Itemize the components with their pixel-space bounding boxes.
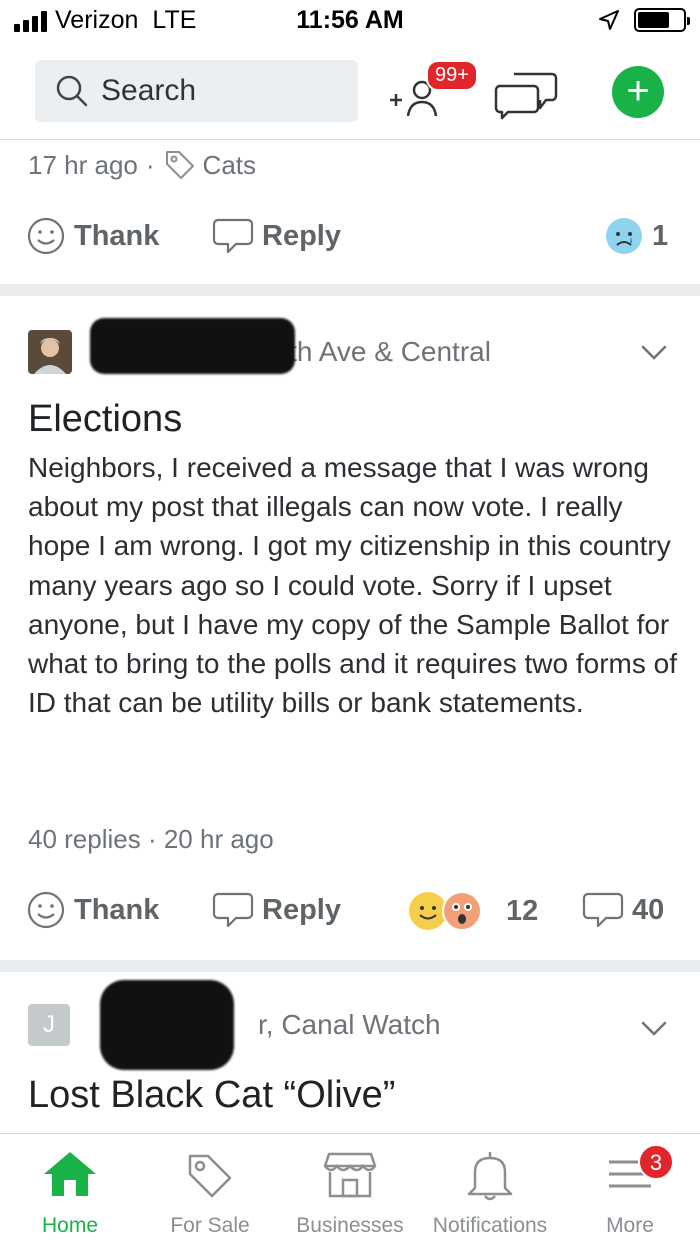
sad-face-icon	[606, 218, 642, 254]
smiley-icon	[27, 891, 65, 929]
post-body: Neighbors, I received a message that I w…	[28, 452, 677, 719]
location-arrow-icon	[599, 10, 619, 30]
author-avatar[interactable]: J	[28, 1004, 70, 1046]
tab-label: More	[606, 1214, 654, 1237]
messages-icon[interactable]	[494, 68, 558, 120]
home-icon	[44, 1152, 96, 1196]
tag-icon	[165, 151, 194, 179]
tag-icon	[188, 1154, 232, 1198]
thank-button[interactable]: Thank	[26, 216, 159, 256]
post-title[interactable]: Elections	[28, 398, 182, 441]
reactions-summary[interactable]: 1	[604, 216, 668, 256]
reply-button[interactable]: Reply	[212, 890, 341, 930]
redaction-mark	[100, 980, 234, 1070]
comment-count: 40	[632, 893, 665, 926]
tab-label: Businesses	[296, 1214, 404, 1237]
reaction-count: 12	[506, 894, 539, 927]
reactions-summary[interactable]: 12	[406, 890, 538, 932]
app-header: Search 99+ +	[0, 44, 700, 140]
tab-home[interactable]: Home	[0, 1134, 140, 1241]
post-actions: Thank Reply 1	[0, 206, 700, 266]
post-actions: Thank Reply 12 40	[0, 880, 700, 940]
new-post-button[interactable]: +	[612, 66, 664, 118]
tab-label: For Sale	[170, 1214, 250, 1237]
tab-for-sale[interactable]: For Sale	[140, 1134, 280, 1241]
neighbors-badge: 99+	[426, 60, 478, 91]
chevron-down-icon[interactable]	[640, 1020, 668, 1038]
reaction-count: 1	[652, 219, 669, 252]
post-category-link[interactable]: Cats	[203, 150, 256, 181]
thank-button[interactable]: Thank	[26, 890, 159, 930]
reply-bubble-icon	[212, 218, 254, 254]
search-placeholder: Search	[101, 74, 197, 107]
thank-label: Thank	[74, 219, 160, 252]
comment-bubble-icon	[582, 892, 624, 928]
reply-bubble-icon	[212, 892, 254, 928]
tab-more[interactable]: 3 More	[560, 1134, 700, 1241]
storefront-icon	[323, 1152, 377, 1198]
bottom-tab-bar: Home For Sale Businesses Notifications 3…	[0, 1133, 700, 1241]
plus-icon: +	[626, 69, 650, 113]
post-title[interactable]: Lost Black Cat “Olive”	[28, 1074, 395, 1117]
more-badge: 3	[638, 1144, 674, 1180]
post-divider	[0, 284, 700, 296]
reply-label: Reply	[262, 893, 341, 926]
tab-notifications[interactable]: Notifications	[420, 1134, 560, 1241]
redaction-mark	[90, 318, 295, 374]
smiley-icon	[27, 217, 65, 255]
tab-label: Notifications	[432, 1214, 548, 1237]
author-avatar[interactable]	[28, 330, 72, 374]
bell-icon	[467, 1152, 513, 1201]
comments-count-button[interactable]: 40	[582, 890, 664, 930]
clock: 11:56 AM	[296, 6, 404, 34]
battery-icon	[634, 8, 690, 32]
meta-separator: ·	[145, 149, 155, 180]
tab-label: Home	[41, 1214, 99, 1237]
thank-label: Thank	[74, 893, 160, 926]
post-replies-meta[interactable]: 40 replies · 20 hr ago	[28, 824, 274, 855]
search-bar[interactable]: Search	[35, 60, 358, 122]
search-icon	[56, 75, 88, 107]
reply-label: Reply	[262, 219, 341, 252]
tab-businesses[interactable]: Businesses	[280, 1134, 420, 1241]
post-divider	[0, 960, 700, 972]
post-author-row: J r, Canal Watch	[28, 1004, 441, 1046]
reply-button[interactable]: Reply	[212, 216, 341, 256]
status-bar: Verizon LTE 11:56 AM	[0, 0, 700, 44]
author-neighborhood[interactable]: r, Canal Watch	[258, 1009, 441, 1041]
post-time: 17 hr ago	[28, 149, 138, 180]
chevron-down-icon[interactable]	[640, 344, 668, 362]
post-meta: 17 hr ago · Cats	[28, 148, 256, 182]
happy-and-surprised-faces-icon	[409, 891, 482, 931]
